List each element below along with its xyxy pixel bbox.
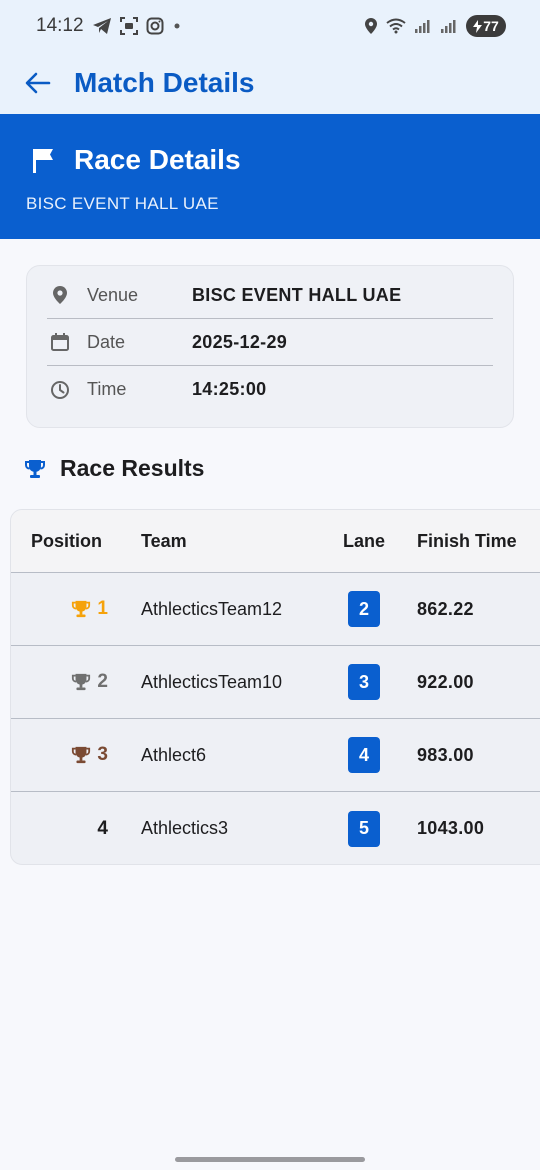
signal-2-icon <box>440 18 458 34</box>
table-body: 1 AthlecticsTeam12 2 862.22 2 AthlecticsTeam1… <box>11 573 540 864</box>
venue-row: Venue BISC EVENT HALL UAE <box>47 272 493 319</box>
lane-cell: 4 <box>311 737 417 773</box>
results-table: Position Team Lane Finish Time 1 Athlecti… <box>10 509 540 865</box>
date-row: Date 2025-12-29 <box>47 319 493 366</box>
time-row: Time 14:25:00 <box>47 366 493 413</box>
column-header-team: Team <box>141 530 187 551</box>
table-row[interactable]: 4 Athlectics3 5 1043.00 <box>11 792 540 864</box>
position-number: 2 <box>97 671 108 692</box>
team-cell: AthlecticsTeam12 <box>141 598 283 619</box>
position-cell: 4 <box>11 818 121 840</box>
date-value: 2025-12-29 <box>192 331 288 352</box>
column-header-lane: Lane <box>342 530 385 551</box>
column-header-position: Position <box>31 530 102 551</box>
column-header-finish-time: Finish Time <box>417 530 517 551</box>
status-bar: 14:12 77 <box>0 0 540 52</box>
lane-badge: 4 <box>348 737 380 773</box>
lane-cell: 2 <box>311 591 417 627</box>
position-cell: 1 <box>11 598 121 620</box>
charging-bolt-icon <box>473 19 483 33</box>
status-right: 77 <box>364 15 506 37</box>
position-cell: 3 <box>11 744 121 766</box>
venue-label: Venue <box>87 284 139 305</box>
battery-indicator: 77 <box>466 15 506 37</box>
app-bar: Match Details <box>0 52 540 114</box>
finish-time-cell: 862.22 <box>417 598 474 619</box>
results-title: Race Results <box>60 455 205 481</box>
trophy-icon <box>72 673 91 691</box>
lane-cell: 5 <box>311 810 417 847</box>
battery-level: 77 <box>483 18 499 34</box>
arrow-left-icon <box>25 72 51 94</box>
position-number: 4 <box>97 817 108 839</box>
race-info-card: Venue BISC EVENT HALL UAE Date 2025-12-2… <box>26 265 514 428</box>
results-heading: Race Results <box>24 455 204 482</box>
date-label: Date <box>87 331 126 352</box>
status-left: 14:12 <box>36 15 182 37</box>
telegram-icon <box>92 17 112 35</box>
table-row[interactable]: 2 AthlecticsTeam10 3 922.00 <box>11 646 540 719</box>
position-cell: 2 <box>11 671 121 693</box>
banner-subtitle: BISC EVENT HALL UAE <box>26 194 219 213</box>
trophy-icon <box>72 600 91 618</box>
flag-icon <box>33 149 53 173</box>
time-label: Time <box>87 379 127 399</box>
location-pin-icon <box>47 285 73 305</box>
table-row[interactable]: 1 AthlecticsTeam12 2 862.22 <box>11 573 540 646</box>
trophy-icon <box>25 459 45 478</box>
table-row[interactable]: 3 Athlect6 4 983.00 <box>11 719 540 792</box>
race-details-banner: Race Details BISC EVENT HALL UAE <box>0 114 540 239</box>
calendar-icon <box>47 332 73 352</box>
finish-time-cell: 1043.00 <box>417 818 485 838</box>
back-button[interactable] <box>22 67 54 99</box>
table-header: Position Team Lane Finish Time <box>11 510 540 573</box>
home-indicator[interactable] <box>175 1157 365 1162</box>
finish-time-cell: 922.00 <box>417 671 474 692</box>
wifi-icon <box>386 18 406 34</box>
notification-dot-icon <box>172 21 182 31</box>
status-time: 14:12 <box>36 15 84 36</box>
position-number: 3 <box>97 744 108 765</box>
location-icon <box>364 17 378 35</box>
screenshot-icon <box>119 17 138 35</box>
lane-badge: 3 <box>348 664 380 700</box>
page-title: Match Details <box>74 67 255 98</box>
team-cell: AthlecticsTeam10 <box>141 671 283 692</box>
banner-title-row: Race Details <box>26 144 514 176</box>
venue-value: BISC EVENT HALL UAE <box>192 284 402 305</box>
finish-time-cell: 983.00 <box>417 744 474 765</box>
lane-badge: 5 <box>348 810 380 847</box>
trophy-icon <box>72 746 91 764</box>
clock-icon <box>47 380 73 400</box>
time-value: 14:25:00 <box>192 379 267 399</box>
team-cell: Athlect6 <box>141 744 207 765</box>
team-cell: Athlectics3 <box>141 818 229 838</box>
signal-1-icon <box>414 18 432 34</box>
lane-cell: 3 <box>311 664 417 700</box>
position-number: 1 <box>97 598 108 619</box>
banner-title: Race Details <box>74 144 241 175</box>
lane-badge: 2 <box>348 591 380 627</box>
instagram-icon <box>146 17 164 35</box>
